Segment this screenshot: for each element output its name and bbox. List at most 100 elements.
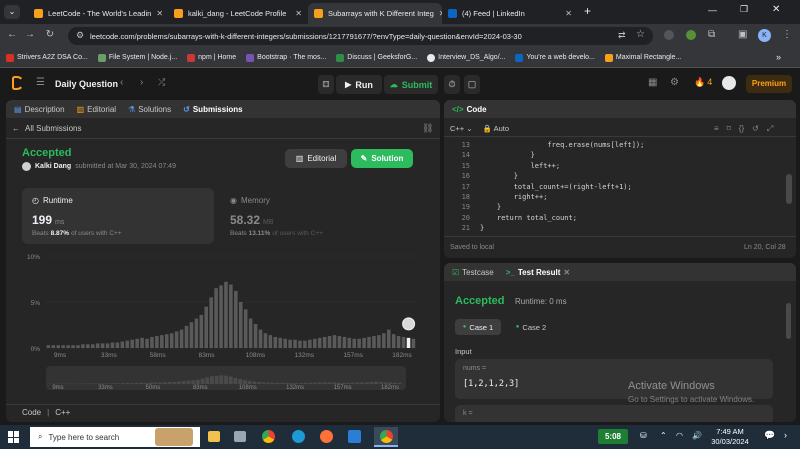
chart-bar[interactable] xyxy=(382,333,386,348)
tab-solutions[interactable]: ⚗ Solutions xyxy=(128,105,171,114)
layout-grid-icon[interactable]: ▦ xyxy=(648,77,657,88)
browser-tab-4[interactable]: (4) Feed | LinkedIn ✕ xyxy=(442,3,578,24)
chart-bar[interactable] xyxy=(110,342,115,348)
weather-widget[interactable]: 5:08 xyxy=(598,429,628,444)
chart-bar[interactable] xyxy=(367,336,371,348)
settings-gear-icon[interactable]: ⚙ xyxy=(670,77,679,88)
close-tab-icon[interactable]: ✕ xyxy=(156,9,163,18)
leetcode-logo[interactable] xyxy=(12,76,24,90)
volume-icon[interactable]: 🔊 xyxy=(692,431,702,440)
chart-bar[interactable] xyxy=(322,336,327,348)
chevron-icon[interactable]: › xyxy=(784,430,787,440)
debug-icon[interactable]: ⚃ xyxy=(318,75,334,94)
wifi-icon[interactable]: ◠ xyxy=(676,431,683,440)
chart-bar[interactable] xyxy=(308,339,312,348)
chart-bar[interactable] xyxy=(214,288,218,348)
braces-icon[interactable]: {} xyxy=(739,124,744,134)
run-button[interactable]: ▶ Run xyxy=(336,75,382,94)
chart-bar[interactable] xyxy=(303,340,307,348)
chart-bar[interactable] xyxy=(298,340,302,348)
vscode-icon[interactable] xyxy=(348,430,361,443)
firefox-icon[interactable] xyxy=(320,430,333,443)
chart-bar[interactable] xyxy=(387,329,391,348)
chart-bar[interactable] xyxy=(248,318,253,348)
notes-icon[interactable]: ▢ xyxy=(464,75,480,94)
people-icon[interactable]: ⛁ xyxy=(640,431,647,440)
chart-bar[interactable] xyxy=(105,343,110,348)
chart-bar[interactable] xyxy=(288,339,292,348)
chart-bar[interactable] xyxy=(263,333,268,348)
your-submission-avatar-marker[interactable] xyxy=(402,317,416,331)
chart-bar[interactable] xyxy=(51,345,56,348)
chart-bar[interactable] xyxy=(337,336,342,348)
chart-bar[interactable] xyxy=(342,336,347,348)
browser-tab-2[interactable]: kalki_dang - LeetCode Profile ✕ xyxy=(168,3,308,24)
chart-bar[interactable] xyxy=(229,284,233,348)
mode-select[interactable]: 🔒 Auto xyxy=(483,124,509,133)
chart-bar[interactable] xyxy=(155,336,159,348)
file-explorer-icon[interactable] xyxy=(208,431,220,442)
chart-bar[interactable] xyxy=(120,341,125,348)
reset-icon[interactable]: ↺ xyxy=(752,124,759,134)
chart-bar[interactable] xyxy=(184,325,189,348)
mini-distribution-chart[interactable]: 9ms 33ms 50ms 83ms 108ms 132ms 157ms 182ms xyxy=(46,366,406,390)
chart-bar[interactable] xyxy=(219,285,223,348)
bookmark-item[interactable]: File System | Node.j... xyxy=(97,53,177,62)
chart-bar[interactable] xyxy=(391,334,396,348)
chart-bar[interactable] xyxy=(135,338,139,348)
chart-bar[interactable] xyxy=(189,322,194,348)
browser-tab-1[interactable]: LeetCode - The World's Leadin ✕ xyxy=(28,3,168,24)
tab-code[interactable]: </> Code xyxy=(452,105,487,114)
chart-bar[interactable] xyxy=(56,345,60,348)
tab-search-chevron-icon[interactable]: ⌄ xyxy=(4,5,20,19)
user-avatar[interactable] xyxy=(722,76,736,90)
next-question-icon[interactable]: › xyxy=(140,77,143,88)
daily-question-label[interactable]: Daily Question xyxy=(55,79,118,89)
bookmark-item[interactable]: Strivers A2Z DSA Co... xyxy=(6,53,88,62)
chart-bar[interactable] xyxy=(352,338,356,348)
back-arrow-icon[interactable]: ← xyxy=(4,29,20,40)
chart-bar[interactable] xyxy=(100,343,105,348)
restore-window-icon[interactable]: ❐ xyxy=(740,4,748,15)
result-scrollbar[interactable] xyxy=(786,303,791,339)
chart-bar-highlighted[interactable] xyxy=(406,337,411,348)
chart-bar[interactable] xyxy=(145,338,149,348)
chart-bar[interactable] xyxy=(332,335,337,348)
close-window-icon[interactable]: ✕ xyxy=(772,4,780,15)
chart-bar[interactable] xyxy=(396,336,401,348)
extension-icon[interactable] xyxy=(664,30,674,40)
chart-bar[interactable] xyxy=(258,329,263,348)
translate-icon[interactable]: ⇄ xyxy=(618,30,626,41)
side-panel-icon[interactable]: ▣ xyxy=(738,29,747,40)
chart-bar[interactable] xyxy=(130,339,134,348)
chart-bar[interactable] xyxy=(91,344,95,348)
editor-scrollbar[interactable] xyxy=(786,174,792,204)
browser-menu-icon[interactable]: ⋮ xyxy=(782,29,792,40)
share-link-icon[interactable]: ⛓ xyxy=(422,123,433,134)
camera-icon[interactable] xyxy=(234,431,246,442)
runtime-distribution-chart[interactable]: 10% 5% 0% 9ms 33ms 58ms 83ms 108ms 132ms 157ms 182… xyxy=(22,248,422,368)
chart-bar[interactable] xyxy=(313,338,317,348)
tab-description[interactable]: ▤ Description xyxy=(14,105,65,114)
chart-bar[interactable] xyxy=(401,336,406,348)
site-info-icon[interactable]: ⚙ xyxy=(76,30,84,41)
extension-leaf-icon[interactable] xyxy=(686,30,696,40)
chart-bar[interactable] xyxy=(411,338,416,348)
chart-bar[interactable] xyxy=(95,343,100,348)
fullscreen-icon[interactable]: ⤢ xyxy=(767,124,773,134)
bookmark-star-icon[interactable]: ☆ xyxy=(636,29,645,40)
runtime-card[interactable]: ◴ Runtime 199 ms Beats 8.87% of users wit… xyxy=(22,188,214,244)
case-1-tab[interactable]: ● Case 1 xyxy=(455,319,501,335)
format-icon[interactable]: ≡ xyxy=(714,124,719,134)
windows-start-icon[interactable] xyxy=(8,431,20,443)
chart-bar[interactable] xyxy=(165,334,169,348)
chart-bar[interactable] xyxy=(372,336,376,348)
chart-bar[interactable] xyxy=(347,337,352,348)
chart-bar[interactable] xyxy=(317,337,322,348)
chart-bar[interactable] xyxy=(293,339,297,348)
close-tab-icon[interactable]: ✕ xyxy=(563,268,570,277)
chart-bar[interactable] xyxy=(194,318,199,348)
problem-list-icon[interactable]: ☰ xyxy=(36,77,45,88)
tab-test-result[interactable]: >_ Test Result ✕ xyxy=(506,268,570,277)
tab-submissions[interactable]: ↺ Submissions xyxy=(183,105,243,114)
